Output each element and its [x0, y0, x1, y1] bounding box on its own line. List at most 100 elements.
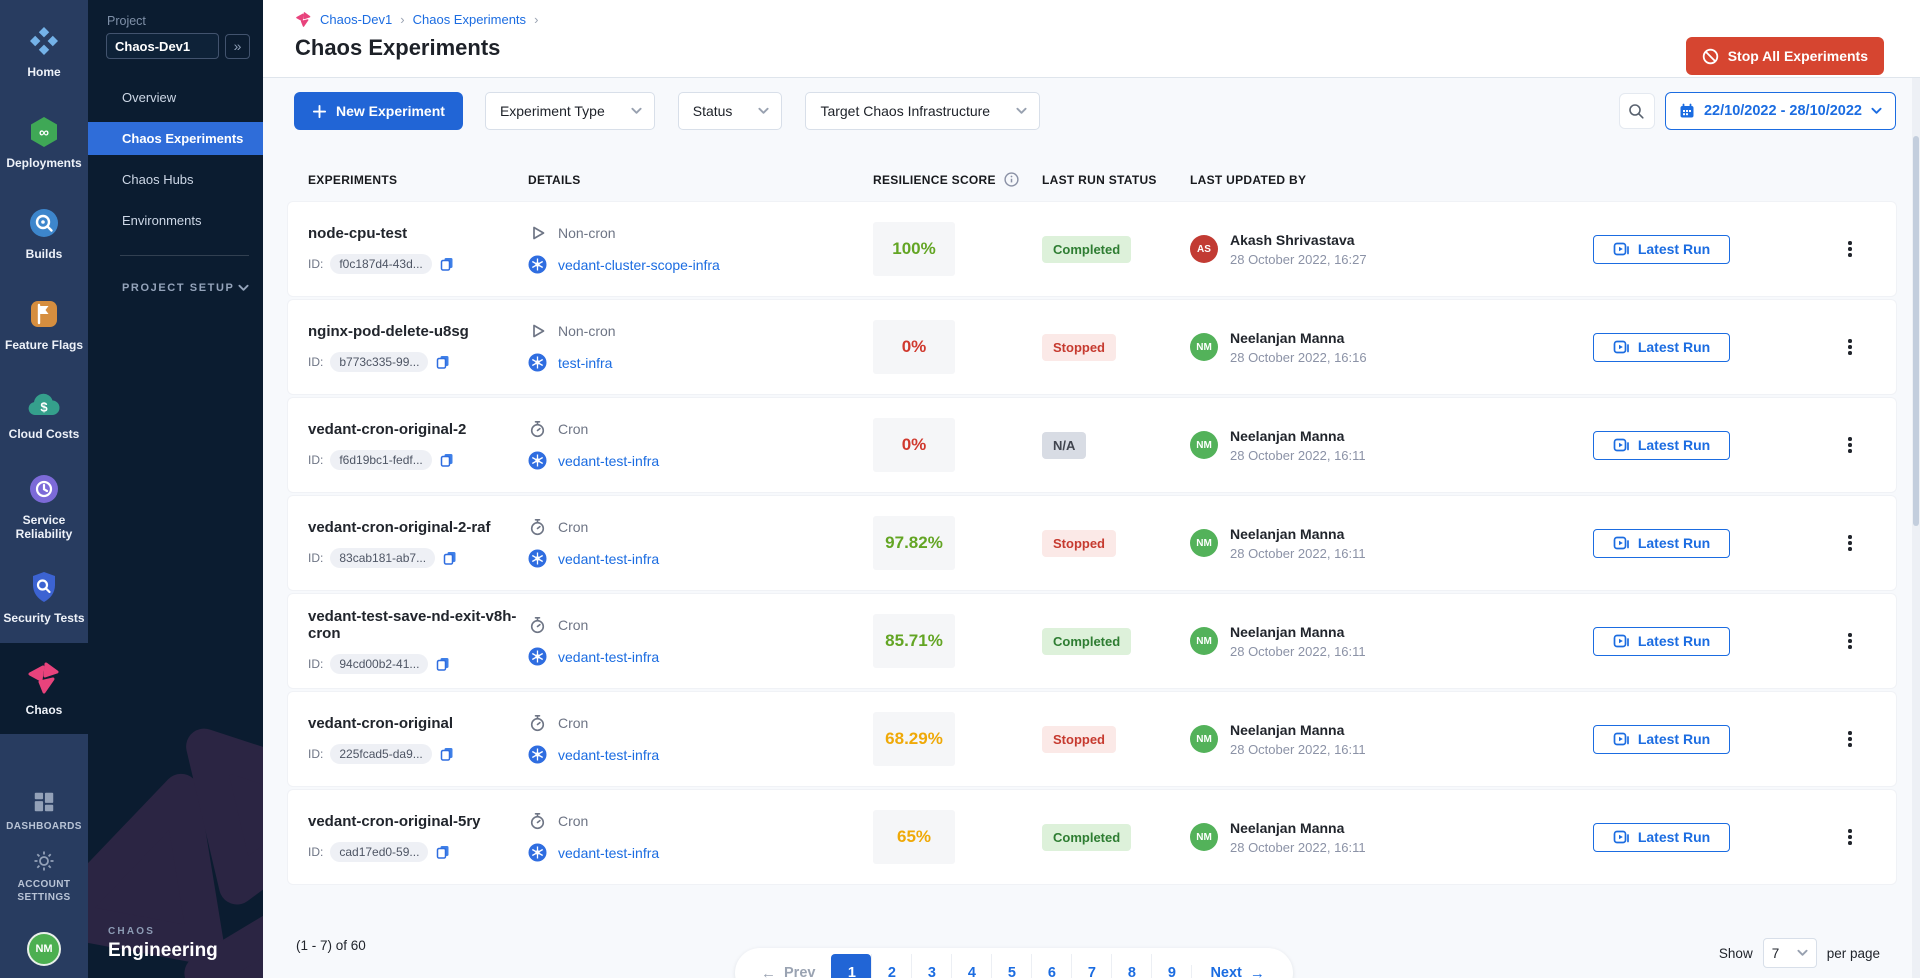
- pagination-page-2[interactable]: 2: [871, 954, 911, 978]
- score-cell: 0%: [873, 320, 1042, 374]
- sidebar-item-environments[interactable]: Environments: [88, 204, 263, 237]
- table-row[interactable]: node-cpu-testID:f0c187d4-43d...Non-cronv…: [288, 202, 1896, 296]
- table-row[interactable]: vedant-cron-original-5ryID:cad17ed0-59..…: [288, 790, 1896, 884]
- pagination-prev-button[interactable]: ←Prev: [745, 965, 831, 978]
- pagination-page-6[interactable]: 6: [1031, 954, 1071, 978]
- kubernetes-icon: [528, 549, 547, 568]
- updated-by-cell: NMNeelanjan Manna28 October 2022, 16:11: [1190, 428, 1593, 463]
- service-reliability-icon: [27, 472, 61, 506]
- rail-modules: Home∞DeploymentsBuildsFeature Flags$Clou…: [0, 0, 88, 734]
- sidebar-expand-icon[interactable]: »: [225, 34, 250, 59]
- latest-run-button[interactable]: Latest Run: [1593, 333, 1730, 362]
- home-icon: [27, 24, 61, 58]
- pagination-page-1[interactable]: 1: [831, 954, 871, 978]
- infrastructure-link[interactable]: vedant-cluster-scope-infra: [558, 257, 720, 273]
- filter-dropdown-experiment-type[interactable]: Experiment Type: [485, 92, 655, 130]
- rail-item-home[interactable]: Home: [0, 6, 88, 97]
- new-experiment-button[interactable]: New Experiment: [294, 92, 463, 130]
- ban-icon: [1702, 48, 1719, 65]
- pagination-page-4[interactable]: 4: [951, 954, 991, 978]
- search-button[interactable]: [1619, 93, 1655, 129]
- table-row[interactable]: vedant-cron-original-2ID:f6d19bc1-fedf..…: [288, 398, 1896, 492]
- infra-line: vedant-test-infra: [528, 843, 873, 862]
- column-header-last-updated-by: LAST UPDATED BY: [1190, 173, 1593, 187]
- sidebar-item-overview[interactable]: Overview: [88, 81, 263, 114]
- row-menu-cell: [1842, 829, 1896, 845]
- pagination-page-7[interactable]: 7: [1071, 954, 1111, 978]
- rail-item-chaos[interactable]: Chaos: [0, 643, 88, 734]
- table-row[interactable]: vedant-test-save-nd-exit-v8h-cronID:94cd…: [288, 594, 1896, 688]
- row-menu-cell: [1842, 437, 1896, 453]
- experiment-id-chip: f0c187d4-43d...: [330, 254, 431, 274]
- table-row[interactable]: nginx-pod-delete-u8sgID:b773c335-99...No…: [288, 300, 1896, 394]
- infrastructure-link[interactable]: test-infra: [558, 355, 612, 371]
- pagination-next-button[interactable]: Next→: [1191, 965, 1282, 978]
- project-setup-toggle[interactable]: PROJECT SETUP: [122, 282, 249, 294]
- breadcrumb-link[interactable]: Chaos Experiments: [413, 12, 526, 27]
- id-label: ID:: [308, 257, 323, 271]
- infrastructure-link[interactable]: vedant-test-infra: [558, 649, 659, 665]
- date-range-picker[interactable]: 22/10/2022 - 28/10/2022: [1665, 92, 1896, 130]
- infrastructure-link[interactable]: vedant-test-infra: [558, 747, 659, 763]
- updated-timestamp: 28 October 2022, 16:11: [1230, 546, 1366, 561]
- sidebar-item-chaos-hubs[interactable]: Chaos Hubs: [88, 163, 263, 196]
- table-row[interactable]: vedant-cron-original-2-rafID:83cab181-ab…: [288, 496, 1896, 590]
- sidebar-item-chaos-experiments[interactable]: Chaos Experiments: [88, 122, 263, 155]
- copy-id-button[interactable]: [435, 656, 451, 672]
- score-cell: 65%: [873, 810, 1042, 864]
- pagination-page-5[interactable]: 5: [991, 954, 1031, 978]
- row-menu-button[interactable]: [1842, 339, 1858, 355]
- pagination-page-3[interactable]: 3: [911, 954, 951, 978]
- rail-item-label: Service Reliability: [2, 513, 86, 542]
- status-cell: N/A: [1042, 432, 1190, 459]
- latest-run-button[interactable]: Latest Run: [1593, 235, 1730, 264]
- filter-dropdown-target-chaos-infrastructure[interactable]: Target Chaos Infrastructure: [805, 92, 1040, 130]
- copy-id-button[interactable]: [439, 256, 455, 272]
- copy-id-button[interactable]: [435, 354, 451, 370]
- table-row[interactable]: vedant-cron-originalID:225fcad5-da9...Cr…: [288, 692, 1896, 786]
- copy-id-button[interactable]: [439, 452, 455, 468]
- row-menu-button[interactable]: [1842, 437, 1858, 453]
- row-menu-button[interactable]: [1842, 535, 1858, 551]
- rail-item-account-settings[interactable]: ACCOUNT SETTINGS: [0, 844, 88, 910]
- rail-item-cloud-costs[interactable]: $Cloud Costs: [0, 370, 88, 461]
- experiment-name: vedant-cron-original-5ry: [308, 813, 528, 830]
- filter-dropdown-status[interactable]: Status: [678, 92, 783, 130]
- schedule-type: Cron: [558, 617, 588, 633]
- vertical-scrollbar[interactable]: [1912, 78, 1920, 978]
- row-menu-button[interactable]: [1842, 829, 1858, 845]
- infrastructure-link[interactable]: vedant-test-infra: [558, 845, 659, 861]
- latest-run-button[interactable]: Latest Run: [1593, 431, 1730, 460]
- rail-item-service-reliability[interactable]: Service Reliability: [0, 461, 88, 552]
- experiment-cell: vedant-cron-original-2ID:f6d19bc1-fedf..…: [308, 421, 528, 470]
- rail-item-deployments[interactable]: ∞Deployments: [0, 97, 88, 188]
- user-avatar[interactable]: NM: [27, 932, 61, 966]
- infrastructure-link[interactable]: vedant-test-infra: [558, 453, 659, 469]
- row-menu-button[interactable]: [1842, 731, 1858, 747]
- page-size-select[interactable]: 7: [1763, 938, 1817, 968]
- latest-run-button[interactable]: Latest Run: [1593, 725, 1730, 754]
- latest-run-button[interactable]: Latest Run: [1593, 627, 1730, 656]
- pagination-page-8[interactable]: 8: [1111, 954, 1151, 978]
- rail-item-security-tests[interactable]: Security Tests: [0, 552, 88, 643]
- infrastructure-link[interactable]: vedant-test-infra: [558, 551, 659, 567]
- show-label: Show: [1719, 946, 1753, 961]
- latest-run-button[interactable]: Latest Run: [1593, 823, 1730, 852]
- row-menu-button[interactable]: [1842, 633, 1858, 649]
- copy-id-button[interactable]: [435, 844, 451, 860]
- pagination-page-9[interactable]: 9: [1151, 954, 1191, 978]
- project-name-input[interactable]: [106, 33, 219, 59]
- copy-id-button[interactable]: [442, 550, 458, 566]
- latest-run-icon: [1613, 829, 1630, 846]
- breadcrumb-link[interactable]: Chaos-Dev1: [320, 12, 392, 27]
- row-menu-button[interactable]: [1842, 241, 1858, 257]
- avatar: NM: [1190, 627, 1218, 655]
- copy-id-button[interactable]: [439, 746, 455, 762]
- scrollbar-thumb[interactable]: [1913, 136, 1919, 526]
- latest-run-button[interactable]: Latest Run: [1593, 529, 1730, 558]
- rail-item-feature-flags[interactable]: Feature Flags: [0, 279, 88, 370]
- rail-item-builds[interactable]: Builds: [0, 188, 88, 279]
- stopwatch-icon: [528, 420, 547, 438]
- stop-all-experiments-button[interactable]: Stop All Experiments: [1686, 37, 1884, 75]
- rail-item-dashboards[interactable]: DASHBOARDS: [0, 778, 88, 844]
